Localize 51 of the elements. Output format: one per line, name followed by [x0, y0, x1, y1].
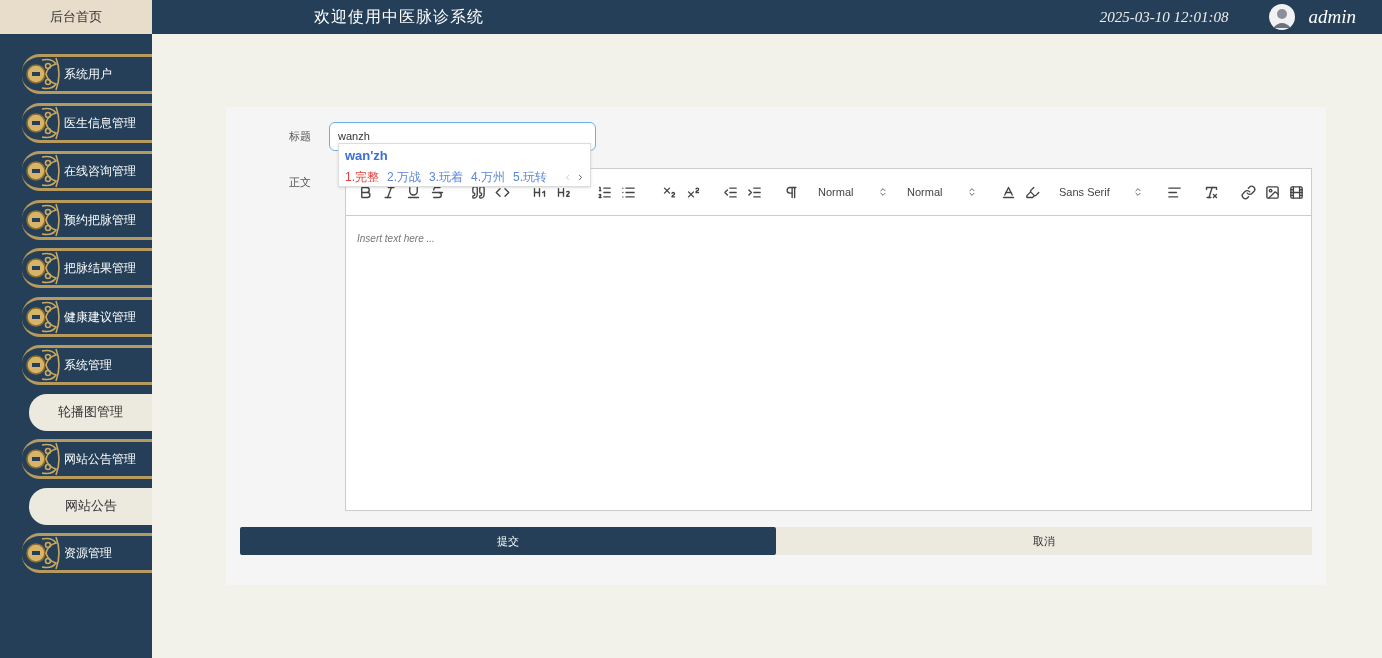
- format-picker[interactable]: Normal: [907, 183, 977, 201]
- text-color-icon[interactable]: [1001, 184, 1016, 200]
- sidebar-item[interactable]: 网站公告管理: [22, 439, 152, 479]
- sidebar-item[interactable]: 把脉结果管理: [22, 248, 152, 288]
- underline-icon[interactable]: [406, 184, 421, 200]
- field-label: 标题: [288, 129, 312, 145]
- sidebar-item[interactable]: 系统管理: [22, 345, 152, 385]
- video-icon[interactable]: [1289, 184, 1304, 200]
- strikethrough-icon[interactable]: [430, 184, 445, 200]
- format-picker[interactable]: Normal: [818, 183, 888, 201]
- subscript-icon[interactable]: [662, 184, 677, 200]
- outdent-icon[interactable]: [723, 184, 738, 200]
- sidebar-item[interactable]: 轮播图管理: [29, 393, 152, 431]
- indent-icon[interactable]: [747, 184, 762, 200]
- bold-icon[interactable]: [358, 184, 373, 200]
- dropdown-arrows-icon: [878, 187, 888, 197]
- editor-placeholder: Insert text here ...: [357, 233, 435, 244]
- sidebar-item[interactable]: 网站公告: [29, 487, 152, 525]
- sidebar-item[interactable]: 在线咨询管理: [22, 151, 152, 191]
- align-icon[interactable]: [1167, 184, 1182, 200]
- app-title: 欢迎使用中医脉诊系统: [314, 7, 484, 27]
- ime-candidate[interactable]: 2.万战: [387, 168, 422, 186]
- format-picker[interactable]: Sans Serif: [1059, 183, 1143, 201]
- ordered-list-icon[interactable]: [597, 184, 612, 200]
- superscript-icon[interactable]: [686, 184, 701, 200]
- username[interactable]: admin: [1308, 0, 1356, 34]
- sidebar-item[interactable]: 预约把脉管理: [22, 199, 152, 240]
- background-color-icon[interactable]: [1025, 184, 1040, 200]
- text-direction-icon[interactable]: [784, 184, 799, 200]
- italic-icon[interactable]: [382, 184, 397, 200]
- dropdown-arrows-icon: [967, 187, 977, 197]
- dropdown-arrows-icon: [1133, 187, 1143, 197]
- quote-icon[interactable]: [471, 184, 486, 200]
- sidebar-item[interactable]: 健康建议管理: [22, 296, 152, 337]
- avatar[interactable]: [1268, 4, 1295, 30]
- sidebar-item[interactable]: 医生信息管理: [22, 102, 152, 143]
- ime-candidate[interactable]: 1.完整: [345, 168, 379, 186]
- ime-candidate[interactable]: 3.玩着: [429, 168, 464, 186]
- bullet-list-icon[interactable]: [621, 184, 636, 200]
- clear-format-icon[interactable]: [1204, 184, 1219, 200]
- datetime: 2025-03-10 12:01:08: [1099, 7, 1229, 27]
- link-icon[interactable]: [1241, 184, 1256, 200]
- sidebar-item[interactable]: 资源管理: [22, 533, 152, 573]
- sidebar-item[interactable]: 系统用户: [22, 54, 152, 94]
- submit-button[interactable]: 提交: [240, 527, 776, 555]
- image-icon[interactable]: [1265, 184, 1280, 200]
- ime-candidate[interactable]: 5.玩转: [513, 168, 548, 186]
- ime-candidate[interactable]: 4.万州: [471, 168, 506, 186]
- field-label: 正文: [288, 175, 312, 190]
- home-link[interactable]: 后台首页: [0, 0, 152, 34]
- cancel-button[interactable]: 取消: [776, 527, 1312, 555]
